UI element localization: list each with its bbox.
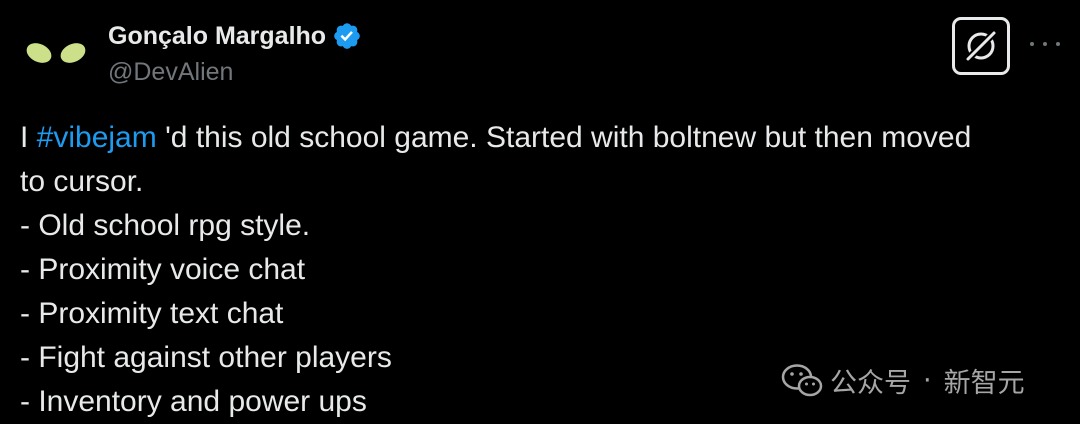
watermark-label-right: 新智元 xyxy=(943,367,1025,399)
tweet-line-1-prefix: I xyxy=(20,121,37,154)
tweet-bullet: - Proximity text chat xyxy=(20,297,284,330)
more-dot xyxy=(1030,42,1034,46)
watermark-separator: · xyxy=(923,364,932,396)
tweet-bullet: - Old school rpg style. xyxy=(20,209,311,242)
author-handle[interactable]: @DevAlien xyxy=(108,56,362,88)
tweet-line-2: to cursor. xyxy=(20,165,144,198)
alien-eyes-icon xyxy=(26,43,86,63)
watermark: 公众号 · 新智元 xyxy=(780,360,1025,400)
author-name-row: Gonçalo Margalho xyxy=(108,16,362,56)
verified-badge-icon[interactable] xyxy=(332,21,362,51)
more-dot xyxy=(1043,42,1047,46)
author-block: Gonçalo Margalho @DevAlien xyxy=(108,16,362,88)
tweet-line-1: I #vibejam 'd this old school game. Star… xyxy=(20,116,1065,160)
hashtag-link[interactable]: #vibejam xyxy=(37,121,157,154)
watermark-label-left: 公众号 xyxy=(830,367,911,399)
grok-icon xyxy=(964,29,998,63)
avatar[interactable] xyxy=(22,36,92,76)
grok-button[interactable] xyxy=(952,17,1010,75)
more-dot xyxy=(1056,42,1060,46)
more-options-icon[interactable] xyxy=(1030,34,1060,54)
author-name[interactable]: Gonçalo Margalho xyxy=(108,22,326,51)
tweet-line-1-suffix: 'd this old school game. Started with bo… xyxy=(156,121,972,154)
wechat-icon xyxy=(781,364,823,397)
tweet-bullet: - Proximity voice chat xyxy=(20,253,306,286)
